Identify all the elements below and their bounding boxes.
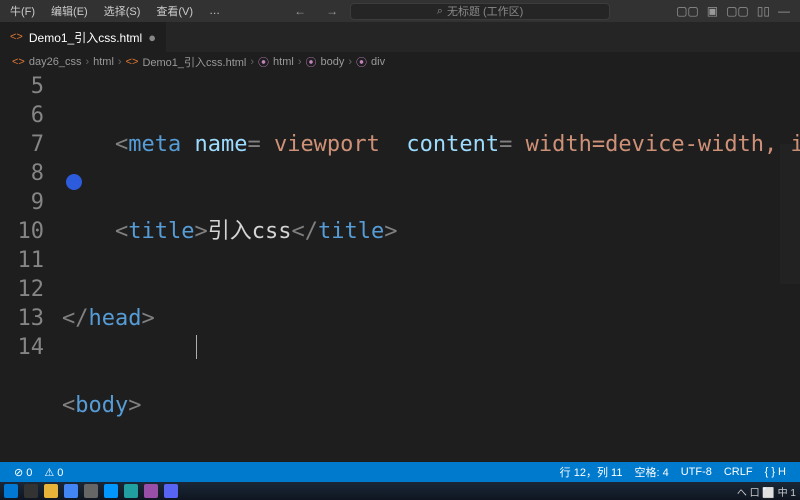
toggle-secondary-icon[interactable]: ▢▢ <box>726 4 749 18</box>
tab-dirty-close-icon[interactable]: ● <box>148 30 156 45</box>
system-tray[interactable]: へ 口 ⬜ 中 1 <box>737 484 800 499</box>
menu-select[interactable]: 选择(S) <box>98 1 147 21</box>
status-cursor-pos[interactable]: 行 12，列 11 <box>554 464 629 480</box>
html-file-icon: <> <box>10 31 23 43</box>
os-taskbar: へ 口 ⬜ 中 1 <box>0 482 800 500</box>
minimap[interactable] <box>780 144 800 284</box>
text-cursor <box>196 335 197 359</box>
symbol-icon: ⦿ <box>258 54 269 70</box>
search-placeholder: 无标题 (工作区) <box>447 3 523 19</box>
taskbar-app-icon[interactable] <box>144 484 158 498</box>
taskbar-app-icon[interactable] <box>44 484 58 498</box>
editor-tabs: <> Demo1_引入css.html ● <box>0 22 800 52</box>
layout-controls: ▢▢ ▣ ▢▢ ▯▯ — <box>670 4 796 18</box>
chevron-right-icon: › <box>118 56 122 68</box>
toggle-sidebar-icon[interactable]: ▢▢ <box>676 4 699 18</box>
taskbar-app-icon[interactable] <box>164 484 178 498</box>
symbol-icon: ⦿ <box>356 54 367 70</box>
chevron-right-icon: › <box>250 56 254 68</box>
menu-edit[interactable]: 编辑(E) <box>45 1 94 21</box>
status-language[interactable]: { } H <box>759 466 792 478</box>
toggle-panel-icon[interactable]: ▣ <box>707 4 718 18</box>
breadcrumb-item[interactable]: html <box>273 56 294 68</box>
status-warnings[interactable]: ⚠ 0 <box>38 466 69 479</box>
customize-layout-icon[interactable]: ▯▯ <box>757 4 770 18</box>
status-encoding[interactable]: UTF-8 <box>675 466 718 478</box>
menu-view[interactable]: 查看(V) <box>150 1 199 21</box>
chevron-right-icon: › <box>85 56 89 68</box>
nav-back-icon[interactable]: ← <box>286 2 314 20</box>
breadcrumb: <> day26_css › html › <> Demo1_引入css.htm… <box>0 52 800 72</box>
start-button[interactable] <box>4 484 18 498</box>
breadcrumb-item[interactable]: Demo1_引入css.html <box>142 54 246 70</box>
taskbar-app-icon[interactable] <box>104 484 118 498</box>
chevron-right-icon: › <box>348 56 352 68</box>
folder-icon: <> <box>12 56 25 68</box>
breadcrumb-item[interactable]: html <box>93 56 114 68</box>
menu-more[interactable]: … <box>203 3 226 19</box>
html-file-icon: <> <box>126 56 139 68</box>
code-content[interactable]: <meta name= viewport content= width=devi… <box>62 72 800 458</box>
status-indent[interactable]: 空格: 4 <box>628 464 674 480</box>
chevron-right-icon: › <box>298 56 302 68</box>
symbol-icon: ⦿ <box>305 54 316 70</box>
status-eol[interactable]: CRLF <box>718 466 759 478</box>
taskbar-app-icon[interactable] <box>84 484 98 498</box>
command-center[interactable]: ⌕ 无标题 (工作区) <box>350 3 610 20</box>
taskbar-app-icon[interactable] <box>64 484 78 498</box>
menu-file[interactable]: 牛(F) <box>4 1 41 21</box>
taskbar-app-icon[interactable] <box>24 484 38 498</box>
tab-label: Demo1_引入css.html <box>29 29 142 46</box>
line-gutter: 5 6 7 8 9 10 11 12 13 14 <box>0 72 62 458</box>
mouse-cursor-icon <box>66 174 82 190</box>
status-bar: ⊘ 0 ⚠ 0 行 12，列 11 空格: 4 UTF-8 CRLF { } H <box>0 462 800 482</box>
code-editor[interactable]: 5 6 7 8 9 10 11 12 13 14 <meta name= vie… <box>0 72 800 458</box>
title-bar: 牛(F) 编辑(E) 选择(S) 查看(V) … ← → ⌕ 无标题 (工作区)… <box>0 0 800 22</box>
tab-demo1[interactable]: <> Demo1_引入css.html ● <box>0 22 167 52</box>
nav-forward-icon[interactable]: → <box>318 2 346 20</box>
search-icon: ⌕ <box>437 5 443 18</box>
breadcrumb-item[interactable]: body <box>320 56 344 68</box>
status-errors[interactable]: ⊘ 0 <box>8 466 38 479</box>
breadcrumb-item[interactable]: day26_css <box>29 56 82 68</box>
taskbar-app-icon[interactable] <box>124 484 138 498</box>
breadcrumb-item[interactable]: div <box>371 56 385 68</box>
minimize-icon[interactable]: — <box>778 4 790 18</box>
